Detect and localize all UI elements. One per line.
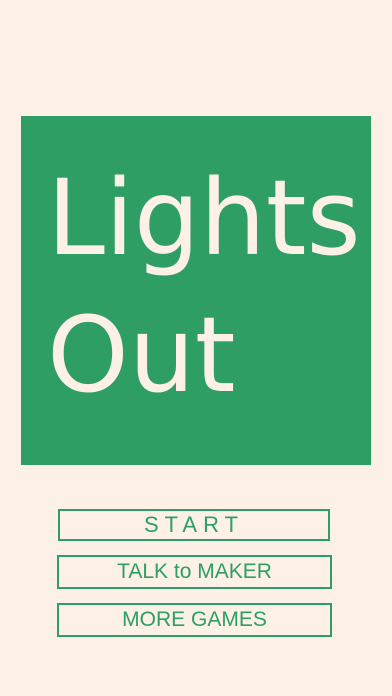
start-button[interactable]: START xyxy=(58,509,330,541)
title-line-1: Lights xyxy=(47,157,361,279)
more-games-label: MORE GAMES xyxy=(122,608,267,631)
talk-to-maker-button[interactable]: TALK to MAKER xyxy=(57,555,332,589)
more-games-button[interactable]: MORE GAMES xyxy=(57,603,332,637)
title-screen: Lights Out START TALK to MAKER MORE GAME… xyxy=(0,0,392,696)
title-line-2: Out xyxy=(47,294,236,416)
title-logo: Lights Out xyxy=(47,157,361,416)
talk-to-maker-label: TALK to MAKER xyxy=(117,560,272,583)
title-panel: Lights Out xyxy=(21,116,371,465)
start-button-label: START xyxy=(143,512,245,537)
